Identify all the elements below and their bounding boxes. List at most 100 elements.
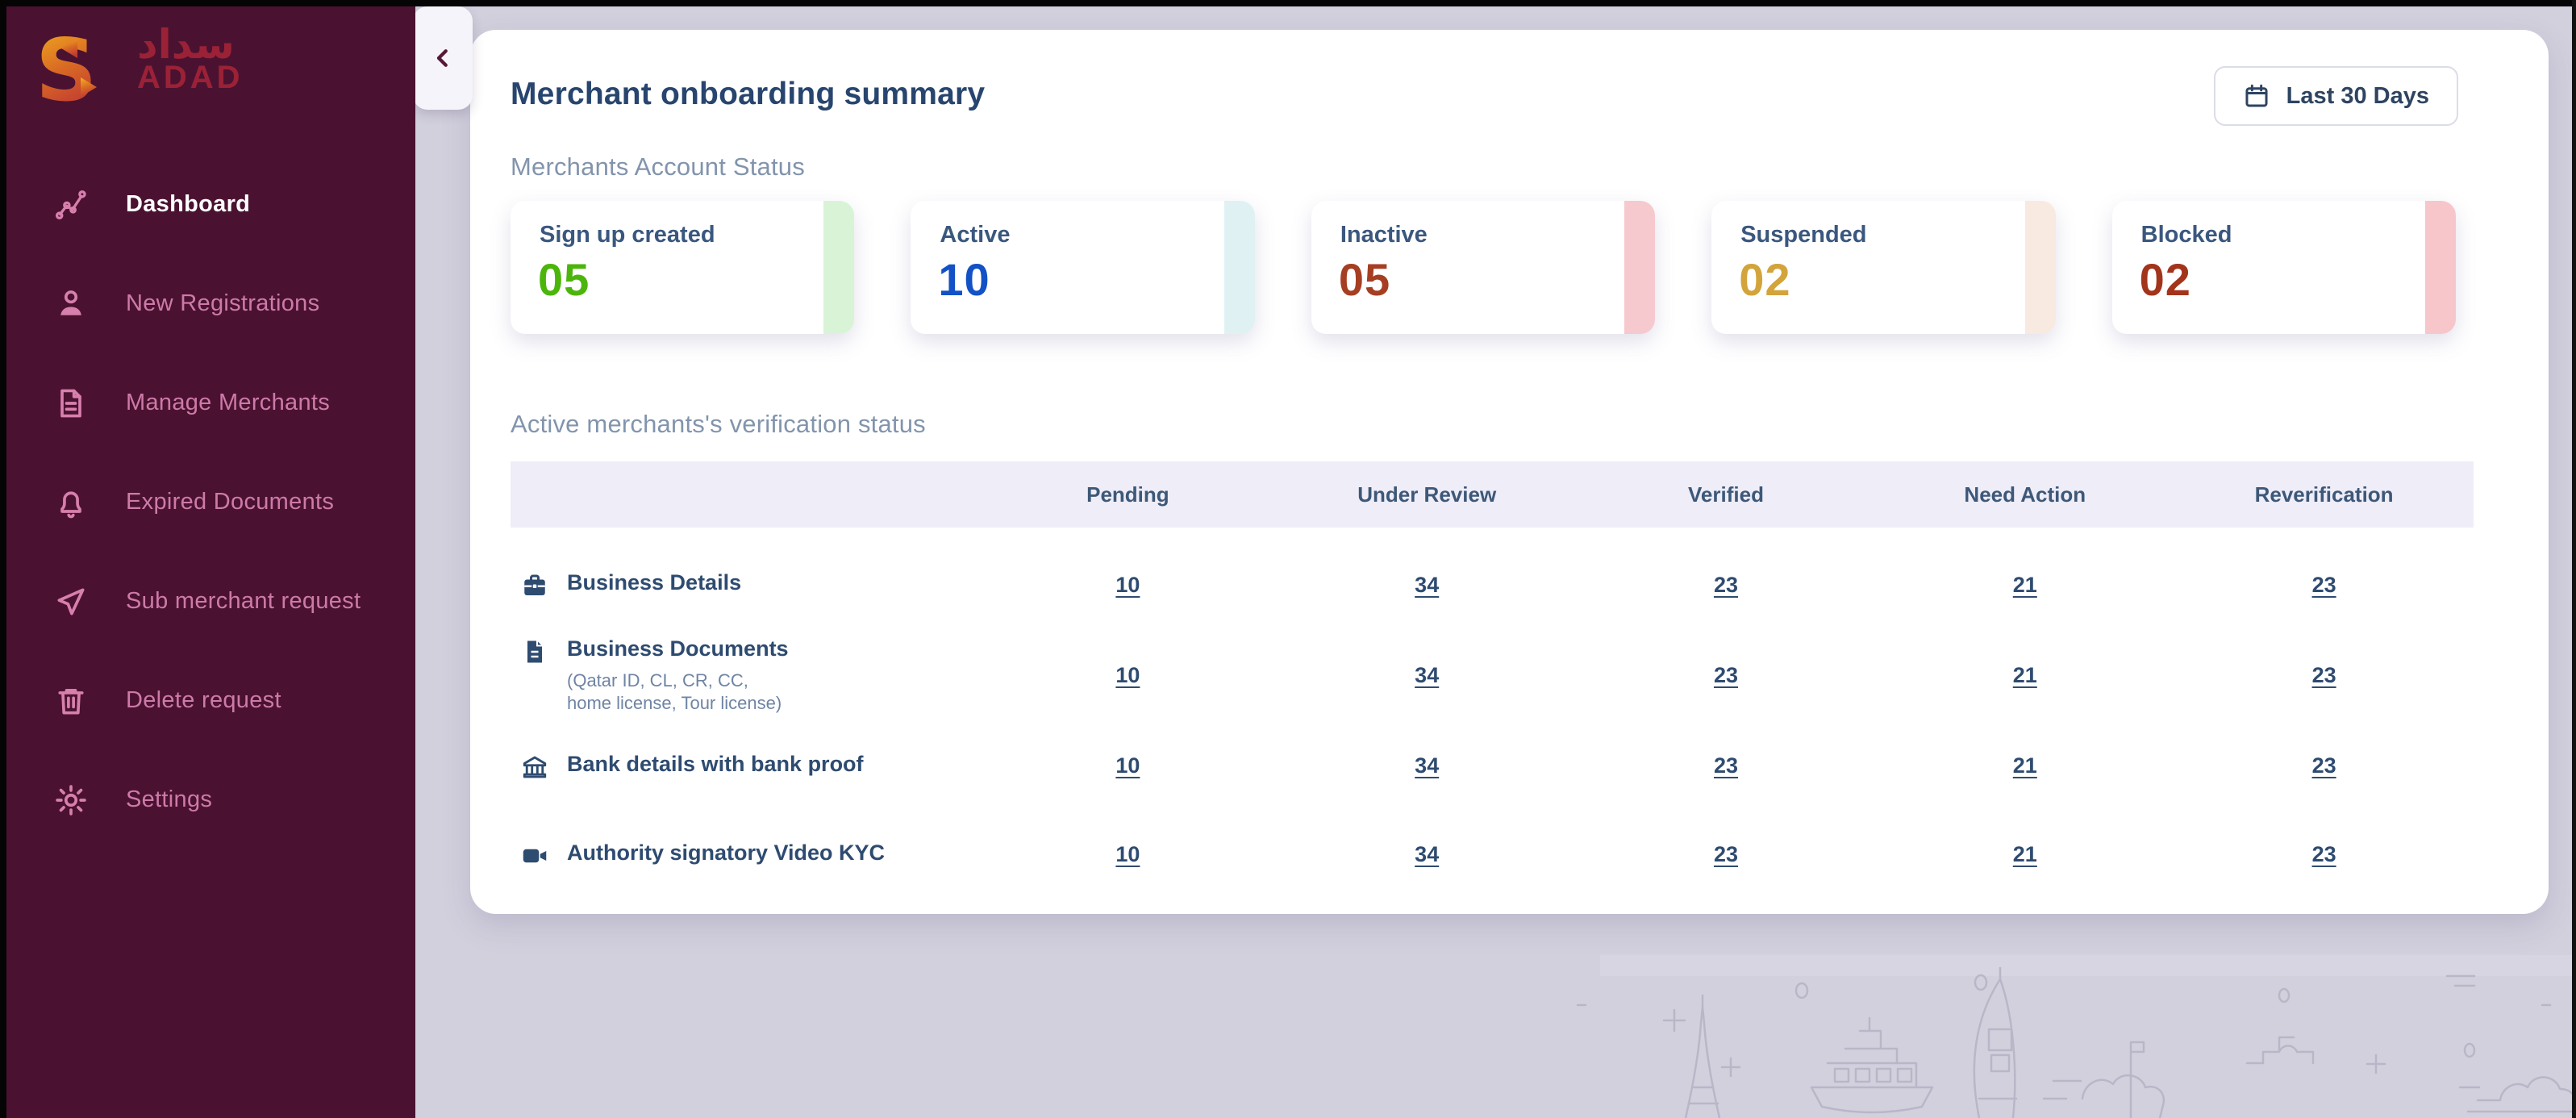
status-card-suspended: Suspended 02 [1711,201,2055,334]
status-card-sign-up-created: Sign up created 05 [511,201,854,334]
column-header-reverification: Reverification [2174,482,2474,507]
row-sublabel: (Qatar ID, CL, CR, CC, home license, Tou… [567,670,789,715]
row-label-cell: Business Details [511,569,978,600]
activity-chart-icon [53,187,89,223]
table-row-business-documents: Business Documents (Qatar ID, CL, CR, CC… [511,629,2474,722]
bank-icon [520,753,549,782]
sidebar-item-label: Manage Merchants [126,390,330,416]
status-card-active: Active 10 [911,201,1254,334]
window-edge-top [0,0,2576,6]
verification-value-link[interactable]: 34 [1278,842,1577,867]
row-label-cell: Bank details with bank proof [511,751,978,782]
row-label: Business Documents [567,636,789,661]
file-text-icon [520,637,549,666]
doha-skyline-illustration [1528,928,2576,1118]
verification-value-link[interactable]: 21 [1875,573,2174,598]
sidebar-menu: Dashboard New Registrations Manage Merch… [0,155,415,849]
sidebar-item-sub-merchant-request[interactable]: Sub merchant request [0,552,415,651]
verification-value-link[interactable]: 23 [1577,663,1876,688]
status-card-blocked: Blocked 02 [2112,201,2456,334]
verification-value-link[interactable]: 23 [1577,573,1876,598]
status-card-stripe [1624,201,1655,334]
status-card-value: 05 [1339,253,1655,306]
table-row-bank-details-with-bank-proof: Bank details with bank proof 10 34 23 21… [511,722,2474,811]
table-body: Business Details 10 34 23 21 23 Business… [511,540,2474,899]
logo-latin-text: ADAD [137,61,244,94]
status-card-value: 02 [2140,253,2456,306]
column-header-under-review: Under Review [1278,482,1577,507]
status-card-value: 10 [938,253,1254,306]
verification-value-link[interactable]: 23 [2174,663,2474,688]
chevron-left-icon [431,46,455,70]
sidebar-item-label: Sub merchant request [126,588,361,615]
sidebar: S سداد ADAD Dashboard New Registrations … [0,0,415,1118]
verification-value-link[interactable]: 10 [978,663,1278,688]
sidebar-item-label: Delete request [126,687,281,714]
table-row-authority-signatory-video-kyc: Authority signatory Video KYC 10 34 23 2… [511,811,2474,899]
verification-value-link[interactable]: 23 [2174,753,2474,778]
status-card-stripe [2025,201,2056,334]
status-card-value: 05 [538,253,854,306]
column-header-need-action: Need Action [1875,482,2174,507]
table-row-business-details: Business Details 10 34 23 21 23 [511,540,2474,629]
verification-value-link[interactable]: 34 [1278,753,1577,778]
main-content-card: Merchant onboarding summary Last 30 Days… [470,30,2549,914]
status-card-label: Sign up created [540,222,854,248]
verification-value-link[interactable]: 34 [1278,573,1577,598]
briefcase-icon [520,571,549,600]
sidebar-item-label: Dashboard [126,191,250,218]
date-range-button[interactable]: Last 30 Days [2214,66,2458,126]
status-card-value: 02 [1739,253,2055,306]
verification-table: Pending Under Review Verified Need Actio… [511,461,2474,899]
status-card-stripe [823,201,854,334]
window-edge-left [0,0,6,1118]
row-label: Business Details [567,570,741,594]
verification-value-link[interactable]: 23 [2174,842,2474,867]
status-card-label: Inactive [1340,222,1655,248]
sidebar-item-dashboard[interactable]: Dashboard [0,155,415,254]
status-card-stripe [2425,201,2456,334]
column-header-verified: Verified [1577,482,1876,507]
sidebar-item-expired-documents[interactable]: Expired Documents [0,453,415,552]
user-icon [53,286,89,322]
video-camera-icon [520,841,549,870]
column-header-pending: Pending [978,482,1278,507]
sidebar-item-manage-merchants[interactable]: Manage Merchants [0,353,415,453]
row-label: Authority signatory Video KYC [567,841,885,865]
sidebar-item-label: Settings [126,786,212,813]
verification-value-link[interactable]: 10 [978,753,1278,778]
sadad-logo[interactable]: S سداد ADAD [0,0,415,115]
status-card-label: Blocked [2141,222,2456,248]
status-cards-row: Sign up created 05 Active 10 Inactive 05… [511,201,2456,334]
verification-value-link[interactable]: 10 [978,842,1278,867]
sidebar-collapse-button[interactable] [413,6,473,110]
trash-icon [53,683,89,719]
sidebar-item-label: Expired Documents [126,489,334,515]
row-label-cell: Authority signatory Video KYC [511,840,978,870]
verification-value-link[interactable]: 34 [1278,663,1577,688]
sidebar-item-new-registrations[interactable]: New Registrations [0,254,415,353]
svg-text:S: S [35,21,97,115]
row-label-cell: Business Documents (Qatar ID, CL, CR, CC… [511,636,978,715]
document-icon [53,386,89,421]
sidebar-item-label: New Registrations [126,290,319,317]
verification-value-link[interactable]: 21 [1875,842,2174,867]
accounts-status-section-title: Merchants Account Status [511,152,2549,181]
sadad-s-logo-icon: S [31,21,124,115]
status-card-inactive: Inactive 05 [1311,201,1655,334]
status-card-label: Active [940,222,1254,248]
table-header-row: Pending Under Review Verified Need Actio… [511,461,2474,528]
sadad-logo-text: سداد ADAD [137,24,244,94]
status-card-stripe [1224,201,1255,334]
calendar-icon [2243,82,2270,110]
verification-value-link[interactable]: 21 [1875,753,2174,778]
verification-value-link[interactable]: 23 [2174,573,2474,598]
send-icon [53,584,89,619]
verification-value-link[interactable]: 23 [1577,842,1876,867]
bell-icon [53,485,89,520]
verification-value-link[interactable]: 21 [1875,663,2174,688]
verification-value-link[interactable]: 23 [1577,753,1876,778]
sidebar-item-delete-request[interactable]: Delete request [0,651,415,750]
sidebar-item-settings[interactable]: Settings [0,750,415,849]
verification-value-link[interactable]: 10 [978,573,1278,598]
